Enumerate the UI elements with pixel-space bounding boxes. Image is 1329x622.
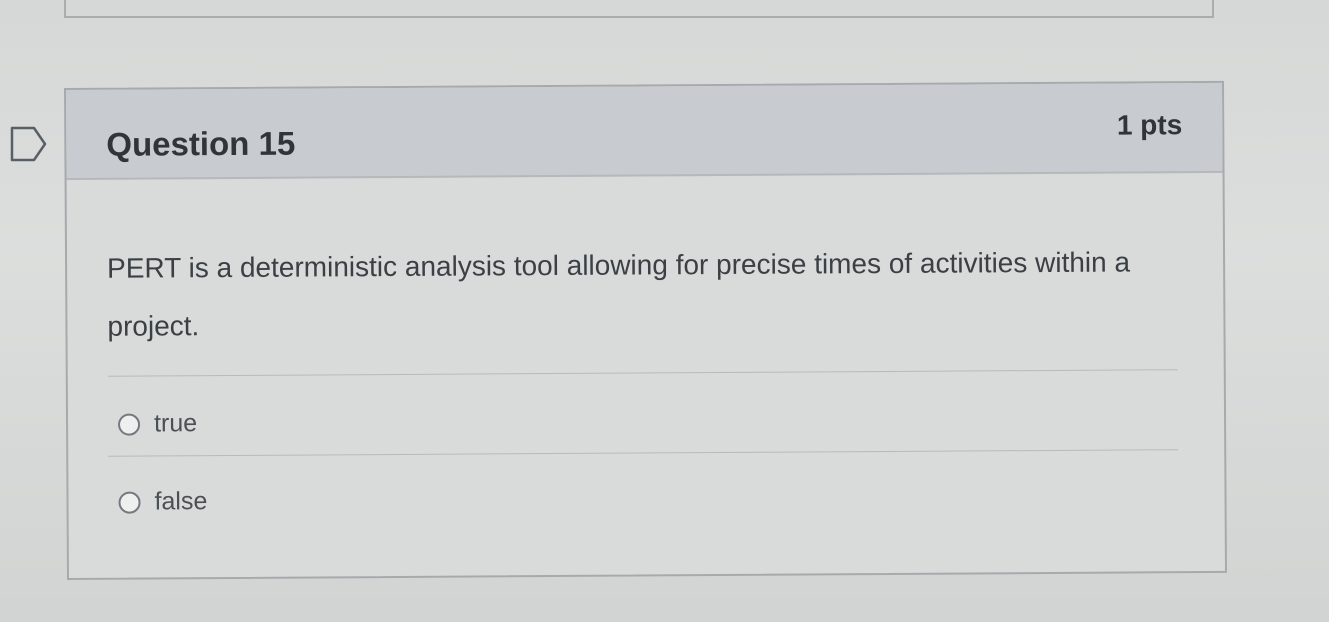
question-points: 1 pts xyxy=(1116,109,1183,141)
question-card: Question 15 1 pts PERT is a deterministi… xyxy=(64,80,1227,580)
answer-divider xyxy=(107,369,1178,377)
question-text: PERT is a deterministic analysis tool al… xyxy=(107,246,1131,342)
answer-label-false: false xyxy=(154,487,208,516)
question-title: Question 15 xyxy=(106,124,296,163)
answer-divider xyxy=(108,449,1179,457)
previous-question-card-edge xyxy=(64,0,1214,18)
question-header: Question 15 1 pts xyxy=(66,82,1223,180)
radio-false[interactable] xyxy=(118,491,141,514)
answer-option-false[interactable]: false xyxy=(118,487,207,517)
radio-true[interactable] xyxy=(117,413,141,436)
answer-option-true[interactable]: true xyxy=(117,409,198,438)
flag-question-icon[interactable] xyxy=(10,126,48,162)
answer-label-true: true xyxy=(153,409,198,438)
